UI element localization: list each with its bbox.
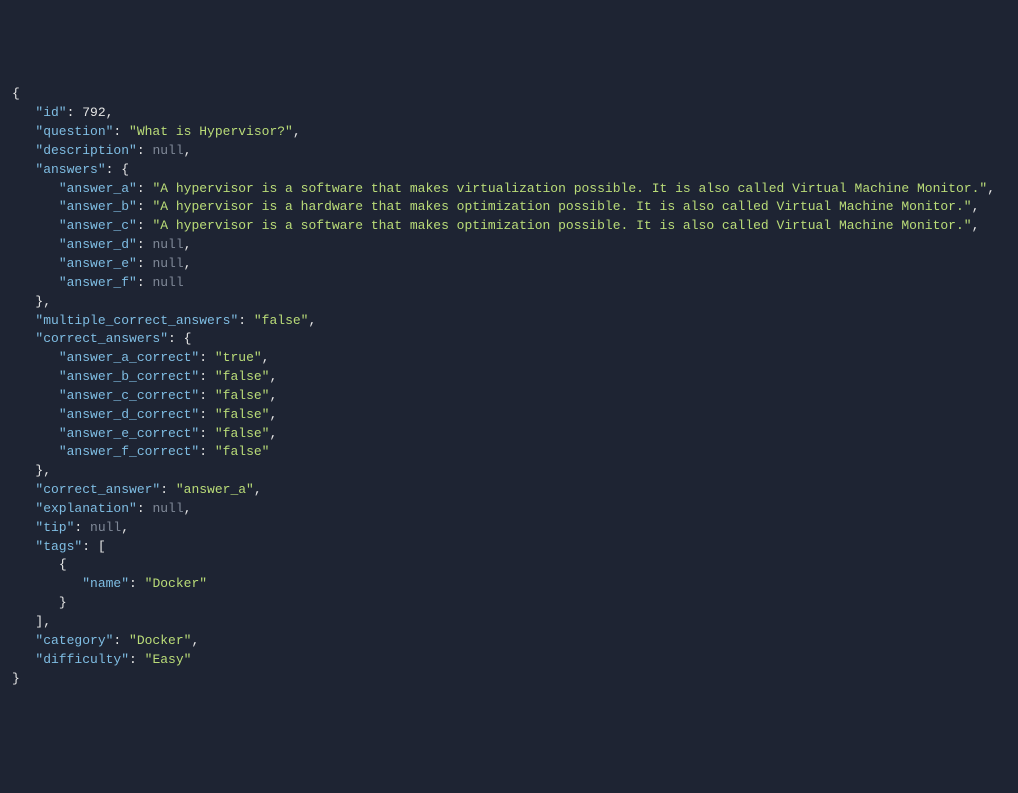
json-code-block: { "id": 792, "question": "What is Hyperv… [12, 85, 1006, 688]
field-answer_d_correct: "answer_d_correct": "false", [12, 406, 1006, 425]
field-difficulty: "difficulty": "Easy" [12, 651, 1006, 670]
field-answer_b_correct: "answer_b_correct": "false", [12, 368, 1006, 387]
field-answers-open: "answers": { [12, 161, 1006, 180]
field-multiple-correct-answers: "multiple_correct_answers": "false", [12, 312, 1006, 331]
tags-close: ], [12, 613, 1006, 632]
field-description: "description": null, [12, 142, 1006, 161]
field-tags-open: "tags": [ [12, 538, 1006, 557]
field-category: "category": "Docker", [12, 632, 1006, 651]
field-question: "question": "What is Hypervisor?", [12, 123, 1006, 142]
tags-item-open: { [12, 556, 1006, 575]
field-answer_d: "answer_d": null, [12, 236, 1006, 255]
field-explanation: "explanation": null, [12, 500, 1006, 519]
field-id: "id": 792, [12, 104, 1006, 123]
brace-open: { [12, 85, 1006, 104]
field-answer_a: "answer_a": "A hypervisor is a software … [12, 180, 1006, 199]
field-answer_e: "answer_e": null, [12, 255, 1006, 274]
brace-close: } [12, 670, 1006, 689]
field-answer_c_correct: "answer_c_correct": "false", [12, 387, 1006, 406]
field-answer_c: "answer_c": "A hypervisor is a software … [12, 217, 1006, 236]
field-answer_e_correct: "answer_e_correct": "false", [12, 425, 1006, 444]
answers-close: }, [12, 293, 1006, 312]
field-answer_f_correct: "answer_f_correct": "false" [12, 443, 1006, 462]
field-answer_b: "answer_b": "A hypervisor is a hardware … [12, 198, 1006, 217]
field-tag-name: "name": "Docker" [12, 575, 1006, 594]
field-answer_f: "answer_f": null [12, 274, 1006, 293]
tags-item-close: } [12, 594, 1006, 613]
field-answer_a_correct: "answer_a_correct": "true", [12, 349, 1006, 368]
field-correct-answer: "correct_answer": "answer_a", [12, 481, 1006, 500]
correct-answers-close: }, [12, 462, 1006, 481]
field-tip: "tip": null, [12, 519, 1006, 538]
field-correct-answers-open: "correct_answers": { [12, 330, 1006, 349]
